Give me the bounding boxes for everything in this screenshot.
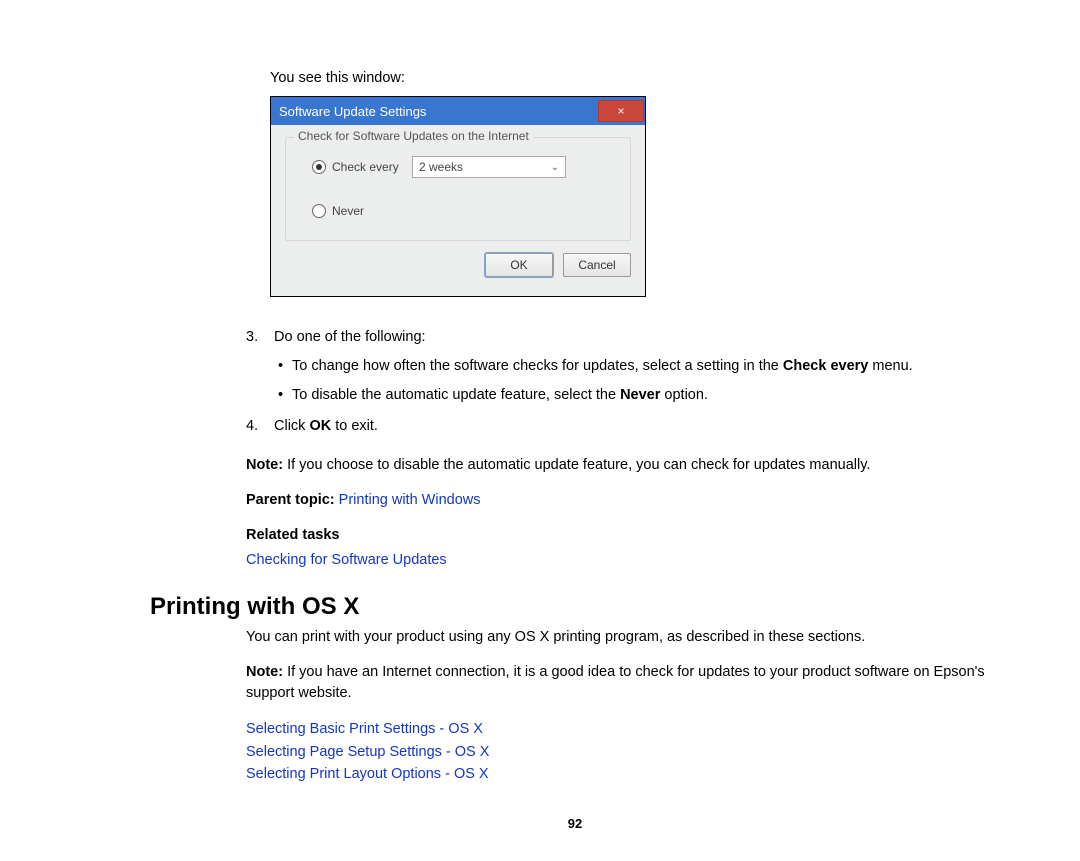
link-print-layout-options[interactable]: Selecting Print Layout Options - OS X [246, 766, 489, 782]
steps-list: 3. Do one of the following: To change ho… [246, 327, 1000, 437]
related-task-link[interactable]: Checking for Software Updates [246, 552, 447, 568]
step-3-bullets: To change how often the software checks … [274, 356, 1000, 406]
bold-text: Check every [783, 358, 868, 374]
link-basic-print-settings[interactable]: Selecting Basic Print Settings - OS X [246, 721, 483, 737]
chevron-down-icon: ⌄ [551, 162, 559, 173]
note-internet: Note: If you have an Internet connection… [246, 662, 1000, 704]
document-page: You see this window: Software Update Set… [0, 0, 1080, 861]
step-number: 3. [246, 327, 258, 348]
bold-text: OK [309, 418, 331, 434]
option-never-row: Never [312, 204, 618, 218]
parent-topic-link[interactable]: Printing with Windows [339, 492, 481, 508]
link-page-setup-settings[interactable]: Selecting Page Setup Settings - OS X [246, 744, 489, 760]
dialog-titlebar: Software Update Settings × [271, 97, 645, 125]
note-label: Note: [246, 457, 283, 473]
ok-button[interactable]: OK [485, 253, 553, 277]
related-tasks-label: Related tasks [246, 527, 340, 543]
groupbox-legend: Check for Software Updates on the Intern… [294, 129, 533, 143]
text: To change how often the software checks … [292, 358, 783, 374]
note-text: If you choose to disable the automatic u… [283, 457, 870, 473]
osx-intro: You can print with your product using an… [246, 627, 1000, 648]
step-4: 4. Click OK to exit. [246, 416, 1000, 437]
text: to exit. [331, 418, 378, 434]
note-disable: Note: If you choose to disable the autom… [246, 455, 1000, 476]
cancel-button[interactable]: Cancel [563, 253, 631, 277]
interval-select-value: 2 weeks [419, 160, 463, 174]
close-icon: × [617, 104, 624, 118]
text: Click [274, 418, 309, 434]
related-task-link-row: Checking for Software Updates [246, 550, 1000, 571]
bullet-check-every: To change how often the software checks … [274, 356, 1000, 377]
step-3-text: Do one of the following: [274, 329, 426, 345]
software-update-dialog: Software Update Settings × Check for Sof… [270, 96, 646, 297]
bold-text: Never [620, 387, 660, 403]
note-label: Note: [246, 664, 283, 680]
note-text: If you have an Internet connection, it i… [246, 664, 985, 701]
step-number: 4. [246, 416, 258, 437]
text: option. [660, 387, 708, 403]
radio-never[interactable] [312, 204, 326, 218]
bullet-never: To disable the automatic update feature,… [274, 385, 1000, 406]
text: menu. [868, 358, 912, 374]
radio-check-every[interactable] [312, 160, 326, 174]
parent-topic: Parent topic: Printing with Windows [246, 490, 1000, 511]
close-button[interactable]: × [598, 100, 644, 122]
option-check-every-row: Check every 2 weeks ⌄ [312, 156, 618, 178]
related-tasks: Related tasks [246, 525, 1000, 546]
dialog-screenshot: Software Update Settings × Check for Sof… [270, 96, 1000, 297]
section-heading-osx: Printing with OS X [150, 593, 1000, 621]
step-3: 3. Do one of the following: To change ho… [246, 327, 1000, 406]
radio-never-label: Never [332, 204, 412, 218]
text: To disable the automatic update feature,… [292, 387, 620, 403]
parent-topic-label: Parent topic: [246, 492, 339, 508]
dialog-title: Software Update Settings [271, 104, 426, 119]
interval-select[interactable]: 2 weeks ⌄ [412, 156, 566, 178]
radio-check-every-label: Check every [332, 160, 412, 174]
intro-text: You see this window: [270, 70, 1000, 86]
osx-link-list: Selecting Basic Print Settings - OS X Se… [246, 718, 1000, 785]
update-groupbox: Check for Software Updates on the Intern… [285, 137, 631, 241]
page-number: 92 [150, 816, 1000, 831]
dialog-body: Check for Software Updates on the Intern… [271, 125, 645, 296]
dialog-button-row: OK Cancel [285, 253, 631, 277]
